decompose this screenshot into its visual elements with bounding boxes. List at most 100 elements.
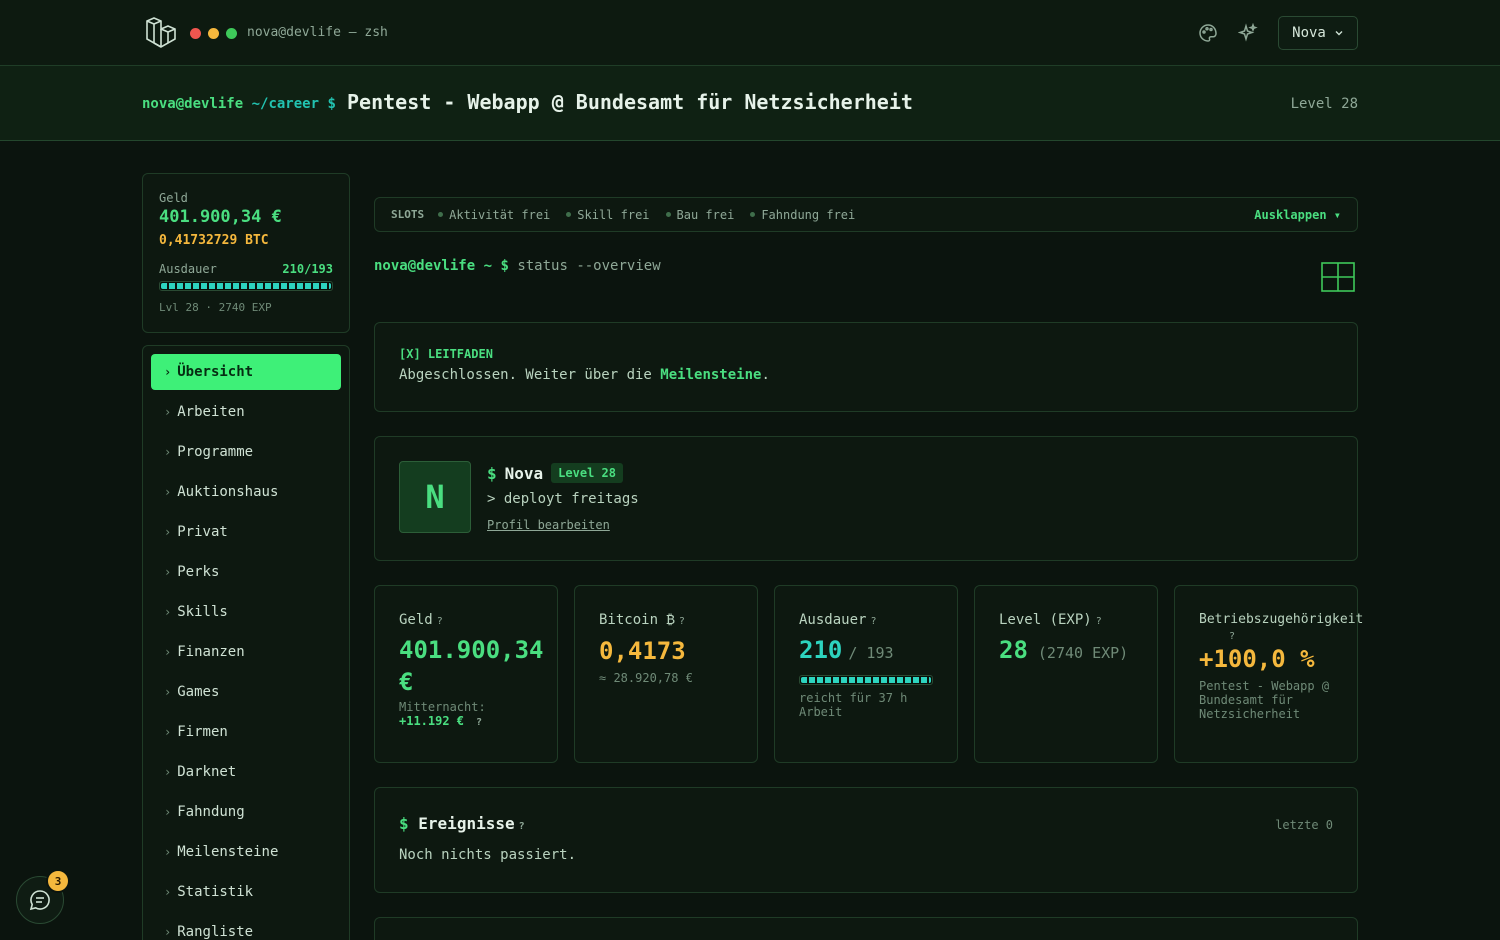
app-logo-icon[interactable]: [144, 16, 178, 50]
chevron-right-icon: ›: [164, 885, 172, 899]
leitfaden-title: [X] LEITFADEN: [399, 347, 493, 361]
events-count: letzte 0: [1275, 818, 1333, 832]
events-card: $ Ereignisse? letzte 0 Noch nichts passi…: [374, 787, 1358, 893]
level-badge: Level 28: [551, 463, 623, 483]
profile-name-row: $ Nova Level 28: [487, 463, 623, 483]
help-icon[interactable]: ?: [870, 616, 876, 627]
chevron-right-icon: ›: [164, 845, 172, 859]
sidebar-item-skills[interactable]: › Skills: [151, 594, 341, 630]
expand-slots-button[interactable]: Ausklappen ▾: [1254, 208, 1341, 222]
help-icon[interactable]: ?: [1229, 631, 1235, 642]
ausdauer-stat-value: 210/ 193: [799, 636, 894, 664]
header-level: Level 28: [1290, 96, 1358, 112]
btc-value: 0,41732729 BTC: [159, 233, 269, 248]
profile-motto: > deployt freitags: [487, 491, 639, 507]
layout-grid-icon[interactable]: [1321, 262, 1355, 292]
page-title: Pentest - Webapp @ Bundesamt für Netzsic…: [347, 90, 913, 114]
stat-geld: Geld? 401.900,34 € Mitternacht: +11.192 …: [374, 585, 558, 763]
prompt-user: nova@devlife: [142, 96, 244, 112]
chevron-down-icon: [1335, 31, 1343, 36]
slots-bar: SLOTS Aktivität frei Skill frei Bau frei…: [374, 197, 1358, 232]
user-menu-button[interactable]: Nova: [1278, 16, 1358, 50]
terminal-title: nova@devlife — zsh: [247, 25, 388, 40]
window-controls: [190, 28, 237, 39]
sidebar-item-firmen[interactable]: › Firmen: [151, 714, 341, 750]
ausdauer-stat-bar-fill: [801, 677, 931, 683]
sidebar-item-label: Arbeiten: [177, 404, 245, 420]
help-icon[interactable]: ?: [437, 616, 443, 627]
bitcoin-eur-value: ≈ 28.920,78 €: [599, 671, 693, 685]
sidebar-item-label: Skills: [177, 604, 228, 620]
chevron-right-icon: ›: [164, 405, 172, 419]
minimize-dot[interactable]: [208, 28, 219, 39]
meilensteine-link[interactable]: Meilensteine: [660, 367, 761, 383]
sidebar-item-übersicht[interactable]: › Übersicht: [151, 354, 341, 390]
sidebar-item-label: Games: [177, 684, 220, 700]
cmd-user: nova@devlife: [374, 258, 476, 274]
slots-title: SLOTS: [391, 208, 425, 221]
sidebar-nav: › Übersicht › Arbeiten › Programme › Auktionsha…: [142, 345, 350, 940]
sidebar-item-games[interactable]: › Games: [151, 674, 341, 710]
sidebar-item-programme[interactable]: › Programme: [151, 434, 341, 470]
level-line: Lvl 28 · 2740 EXP: [159, 301, 272, 314]
sidebar-item-label: Fahndung: [177, 804, 245, 820]
geld-value: 401.900,34 €: [159, 207, 282, 227]
sidebar-item-label: Programme: [177, 444, 254, 460]
help-icon[interactable]: ?: [476, 717, 482, 728]
sidebar-item-finanzen[interactable]: › Finanzen: [151, 634, 341, 670]
cmd-path: ~ $: [483, 258, 509, 274]
chevron-right-icon: ›: [164, 725, 172, 739]
chevron-right-icon: ›: [164, 485, 172, 499]
maximize-dot[interactable]: [226, 28, 237, 39]
betrieb-job: Pentest - Webapp @ Bundesamt für Netzsic…: [1199, 679, 1330, 721]
help-icon[interactable]: ?: [679, 616, 685, 627]
slot-bau: Bau frei: [665, 208, 734, 222]
chevron-right-icon: ›: [164, 525, 172, 539]
top-bar: nova@devlife — zsh Nova: [0, 0, 1500, 66]
ausdauer-row: Ausdauer 210/193: [159, 262, 333, 276]
chevron-right-icon: ›: [164, 765, 172, 779]
sidebar-item-fahndung[interactable]: › Fahndung: [151, 794, 341, 830]
sidebar-item-label: Statistik: [177, 884, 254, 900]
chevron-right-icon: ›: [164, 925, 172, 939]
cmd-text: status --overview: [517, 258, 661, 274]
profile-name: Nova: [504, 463, 544, 483]
leitfaden-card: [X] LEITFADEN Abgeschlossen. Weiter über…: [374, 322, 1358, 412]
ausdauer-bar-fill: [161, 283, 331, 289]
career-header: nova@devlife ~/career $ Pentest - Webapp…: [0, 66, 1500, 141]
chevron-right-icon: ›: [164, 445, 172, 459]
sidebar-item-label: Übersicht: [177, 364, 254, 380]
sidebar-item-statistik[interactable]: › Statistik: [151, 874, 341, 910]
close-dot[interactable]: [190, 28, 201, 39]
events-title: $ Ereignisse?: [399, 814, 525, 833]
ausdauer-label: Ausdauer: [159, 262, 217, 276]
sparkles-icon[interactable]: [1238, 23, 1258, 43]
chevron-right-icon: ›: [164, 645, 172, 659]
palette-icon[interactable]: [1198, 23, 1218, 43]
help-icon[interactable]: ?: [1096, 616, 1102, 627]
slot-fahndung: Fahndung frei: [750, 208, 855, 222]
sidebar-item-darknet[interactable]: › Darknet: [151, 754, 341, 790]
sidebar-item-label: Rangliste: [177, 924, 254, 940]
stat-level: Level (EXP)? 28 (2740 EXP): [974, 585, 1158, 763]
chevron-right-icon: ›: [164, 565, 172, 579]
mitternacht-value: +11.192 €?: [399, 714, 483, 728]
sidebar-item-rangliste[interactable]: › Rangliste: [151, 914, 341, 940]
chevron-right-icon: ›: [164, 365, 172, 379]
mitternacht-label: Mitternacht:: [399, 700, 486, 714]
sidebar-item-label: Auktionshaus: [177, 484, 279, 500]
sidebar-item-label: Meilensteine: [177, 844, 279, 860]
sidebar-item-auktionshaus[interactable]: › Auktionshaus: [151, 474, 341, 510]
stat-ausdauer: Ausdauer? 210/ 193 reicht für 37 h Arbei…: [774, 585, 958, 763]
avatar: N: [399, 461, 471, 533]
edit-profile-link[interactable]: Profil bearbeiten: [487, 518, 610, 532]
stat-betrieb: Betriebszugehörigkeit ? +100,0 % Pentest…: [1174, 585, 1363, 763]
ausdauer-stat-bar: [799, 675, 933, 685]
help-icon[interactable]: ?: [519, 821, 525, 832]
sidebar-item-privat[interactable]: › Privat: [151, 514, 341, 550]
ausdauer-value: 210/193: [282, 262, 333, 276]
sidebar-item-label: Privat: [177, 524, 228, 540]
sidebar-item-perks[interactable]: › Perks: [151, 554, 341, 590]
sidebar-item-meilensteine[interactable]: › Meilensteine: [151, 834, 341, 870]
sidebar-item-arbeiten[interactable]: › Arbeiten: [151, 394, 341, 430]
